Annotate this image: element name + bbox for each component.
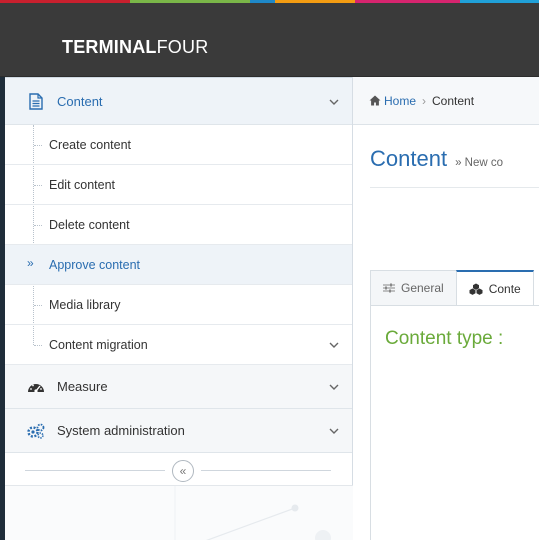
double-chevron-left-icon: «: [179, 464, 187, 478]
logo[interactable]: TERMINALFOUR: [62, 37, 208, 58]
sidebar-group-content[interactable]: Content: [5, 77, 352, 125]
divider: [370, 187, 539, 188]
divider: [25, 470, 165, 471]
tab-label: General: [401, 281, 444, 295]
sidebar-group-label: Content: [57, 93, 103, 109]
content-submenu: Create content Edit content Delete conte…: [5, 125, 352, 365]
sidebar-item-label: Edit content: [49, 177, 116, 192]
breadcrumb: Home › Content: [353, 77, 539, 125]
cubes-icon: [469, 283, 483, 295]
sidebar-item-delete-content[interactable]: Delete content: [5, 205, 352, 245]
chevron-down-icon: [329, 428, 339, 434]
sidebar: Content Create content Edit content Dele…: [0, 77, 353, 540]
sidebar-item-label: Delete content: [49, 217, 130, 232]
breadcrumb-current: Content: [432, 93, 475, 108]
home-icon: [369, 95, 381, 106]
sidebar-item-label: Content migration: [49, 337, 148, 352]
chevron-down-icon: [329, 384, 339, 390]
current-marker-icon: »: [27, 256, 34, 270]
tab-panel-content: Content type :: [370, 305, 539, 540]
sidebar-item-label: Media library: [49, 297, 121, 312]
sliders-icon: [383, 283, 395, 293]
tab-bar: General Conte: [370, 270, 534, 306]
breadcrumb-home-label: Home: [384, 93, 417, 108]
top-bar: TERMINALFOUR: [0, 3, 539, 77]
sidebar-item-edit-content[interactable]: Edit content: [5, 165, 352, 205]
sidebar-group-measure[interactable]: Measure: [5, 365, 352, 409]
sidebar-item-approve-content[interactable]: » Approve content: [5, 245, 352, 285]
chevron-down-icon: [329, 99, 339, 105]
sidebar-group-label: Measure: [57, 379, 108, 394]
collapse-sidebar-button[interactable]: «: [172, 460, 194, 482]
breadcrumb-home[interactable]: Home: [369, 94, 416, 108]
sidebar-item-create-content[interactable]: Create content: [5, 125, 352, 165]
sidebar-group-system-administration[interactable]: System administration: [5, 409, 352, 453]
tab-content[interactable]: Conte: [455, 270, 534, 306]
document-icon: [27, 92, 45, 110]
gears-icon: [27, 422, 45, 440]
sidebar-collapse-row: «: [5, 453, 352, 489]
page-title-text: Content: [370, 146, 448, 171]
sidebar-item-label: Create content: [49, 137, 131, 152]
sidebar-item-content-migration[interactable]: Content migration: [5, 325, 352, 365]
page-subtitle: » New co: [455, 157, 503, 169]
breadcrumb-separator: ›: [422, 93, 427, 108]
chevron-down-icon: [329, 342, 339, 348]
tab-label: Conte: [488, 281, 521, 296]
network-pattern-icon: [174, 486, 331, 540]
sidebar-decoration: [5, 485, 353, 540]
page-title: Content » New co: [370, 146, 503, 172]
gauge-icon: [27, 378, 45, 396]
content-type-label: Content type :: [385, 328, 504, 349]
sidebar-item-media-library[interactable]: Media library: [5, 285, 352, 325]
sidebar-item-label: Approve content: [49, 257, 141, 272]
sidebar-group-label: System administration: [57, 423, 185, 438]
logo-bold: TERMINAL: [62, 37, 157, 57]
logo-light: FOUR: [156, 37, 209, 57]
divider: [201, 470, 331, 471]
tab-general[interactable]: General: [370, 270, 457, 306]
main-content: Home › Content Content » New co General C…: [353, 77, 539, 540]
